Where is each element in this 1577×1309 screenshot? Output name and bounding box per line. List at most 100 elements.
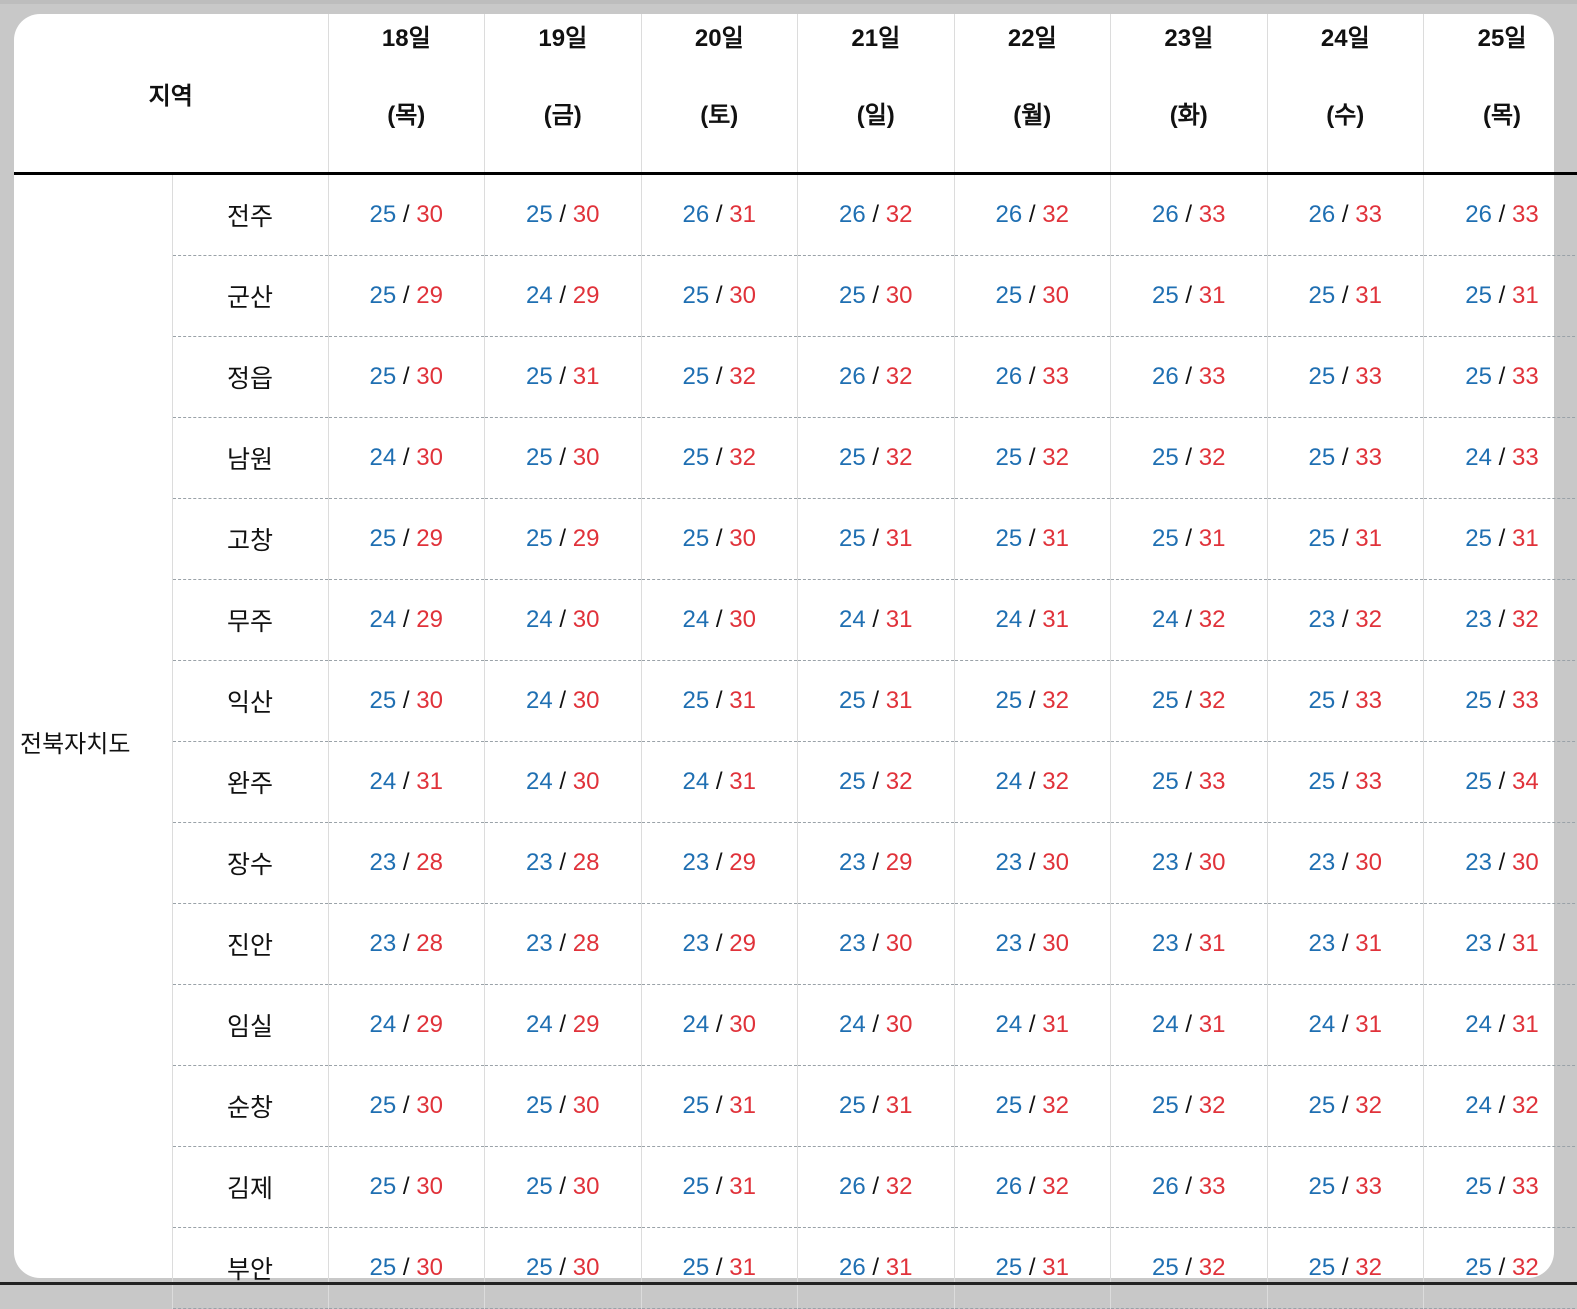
low-temp: 24: [526, 282, 553, 309]
low-temp: 23: [682, 849, 710, 876]
temp-cell: 25 / 30: [327, 1146, 485, 1228]
temp-separator: /: [402, 1011, 410, 1038]
low-temp: 25: [526, 1173, 553, 1200]
high-temp: 31: [1042, 606, 1069, 633]
low-temp: 23: [995, 849, 1023, 876]
high-temp: 31: [1355, 525, 1382, 552]
high-temp: 30: [572, 201, 600, 228]
high-temp: 30: [729, 1011, 756, 1038]
temp-separator: /: [559, 930, 567, 957]
temp-cell: 24 / 30: [640, 579, 798, 661]
table-body: 전북자치도 전주 25 / 30 25 / 30 26 / 31 26 / 32 26 / …: [14, 173, 1577, 1309]
high-temp: 29: [572, 525, 600, 552]
day-weekday: (금): [543, 102, 582, 129]
temp-separator: /: [402, 849, 410, 876]
temp-separator: /: [715, 282, 723, 309]
temp-separator: /: [1185, 606, 1193, 633]
high-temp: 31: [885, 687, 913, 714]
header-row: 지역 18일 (목) 19일 (금) 20일 (토) 21일 (일) 22일 (월) 23일 (화) 2…: [14, 14, 1577, 175]
temp-separator: /: [1185, 849, 1193, 876]
day-header: 20일 (토): [640, 14, 798, 175]
high-temp: 29: [416, 282, 443, 309]
temp-separator: /: [1498, 1011, 1506, 1038]
temp-cell: 24 / 30: [484, 579, 642, 661]
temp-cell: 25 / 30: [327, 336, 485, 418]
temp-cell: 25 / 31: [640, 1146, 798, 1228]
temp-separator: /: [559, 525, 567, 552]
high-temp: 28: [572, 849, 600, 876]
high-temp: 31: [729, 1254, 756, 1281]
temp-cell: 23 / 30: [1423, 822, 1577, 904]
temp-separator: /: [559, 768, 567, 795]
temp-separator: /: [1028, 363, 1036, 390]
temp-separator: /: [559, 282, 567, 309]
table-row: 순창 25 / 30 25 / 30 25 / 31 25 / 31 25 / 32 25 …: [14, 1065, 1577, 1147]
temp-cell: 25 / 32: [640, 417, 798, 499]
high-temp: 31: [1512, 282, 1539, 309]
high-temp: 33: [1355, 1173, 1382, 1200]
low-temp: 25: [839, 687, 866, 714]
day-weekday: (월): [1013, 102, 1052, 129]
temp-cell: 25 / 31: [1266, 498, 1424, 580]
low-temp: 25: [1465, 1254, 1492, 1281]
table-row: 진안 23 / 28 23 / 28 23 / 29 23 / 30 23 / 30 23 …: [14, 903, 1577, 985]
temp-cell: 23 / 30: [953, 822, 1111, 904]
temp-cell: 25 / 31: [640, 1227, 798, 1309]
temp-cell: 25 / 32: [1266, 1065, 1424, 1147]
day-date: 25일: [1477, 25, 1527, 52]
low-temp: 25: [995, 444, 1023, 471]
temp-cell: 25 / 30: [953, 255, 1111, 337]
high-temp: 30: [1042, 849, 1069, 876]
temp-cell: 25 / 31: [797, 498, 955, 580]
temp-separator: /: [715, 606, 723, 633]
temp-cell: 25 / 30: [327, 173, 485, 256]
temp-cell: 25 / 33: [1423, 336, 1577, 418]
temp-separator: /: [559, 606, 567, 633]
low-temp: 24: [369, 606, 397, 633]
temp-separator: /: [1185, 687, 1193, 714]
temp-cell: 25 / 33: [1266, 660, 1424, 742]
temp-cell: 23 / 30: [797, 903, 955, 985]
high-temp: 30: [416, 687, 443, 714]
temp-separator: /: [402, 768, 410, 795]
temp-separator: /: [1341, 201, 1349, 228]
temp-separator: /: [1498, 606, 1506, 633]
high-temp: 31: [885, 606, 913, 633]
low-temp: 25: [682, 1254, 710, 1281]
temp-cell: 25 / 32: [797, 741, 955, 823]
day-header: 18일 (목): [327, 14, 485, 175]
high-temp: 33: [1198, 1173, 1226, 1200]
temp-cell: 25 / 33: [1266, 417, 1424, 499]
temp-separator: /: [1028, 1254, 1036, 1281]
high-temp: 30: [572, 606, 600, 633]
temp-separator: /: [1498, 1092, 1506, 1119]
high-temp: 32: [729, 363, 756, 390]
temp-separator: /: [402, 1092, 410, 1119]
low-temp: 24: [369, 444, 397, 471]
temp-separator: /: [1185, 1011, 1193, 1038]
day-date: 22일: [1007, 25, 1057, 52]
temp-separator: /: [1185, 1092, 1193, 1119]
temp-cell: 25 / 30: [327, 1065, 485, 1147]
low-temp: 24: [1308, 1011, 1336, 1038]
low-temp: 25: [1152, 1092, 1179, 1119]
low-temp: 23: [1465, 930, 1492, 957]
temp-cell: 23 / 28: [484, 822, 642, 904]
temp-cell: 23 / 31: [1423, 903, 1577, 985]
low-temp: 24: [1152, 606, 1179, 633]
temp-cell: 26 / 31: [640, 173, 798, 256]
low-temp: 24: [1152, 1011, 1179, 1038]
temp-cell: 24 / 31: [327, 741, 485, 823]
temp-cell: 25 / 31: [640, 660, 798, 742]
low-temp: 25: [839, 1092, 866, 1119]
temp-separator: /: [1185, 444, 1193, 471]
low-temp: 25: [682, 687, 710, 714]
temp-cell: 23 / 28: [327, 822, 485, 904]
temp-separator: /: [1185, 930, 1193, 957]
high-temp: 29: [416, 525, 443, 552]
high-temp: 31: [416, 768, 443, 795]
temp-separator: /: [1341, 768, 1349, 795]
table-row: 군산 25 / 29 24 / 29 25 / 30 25 / 30 25 / 30 25 …: [14, 255, 1577, 337]
low-temp: 25: [1308, 1173, 1336, 1200]
low-temp: 24: [526, 1011, 553, 1038]
